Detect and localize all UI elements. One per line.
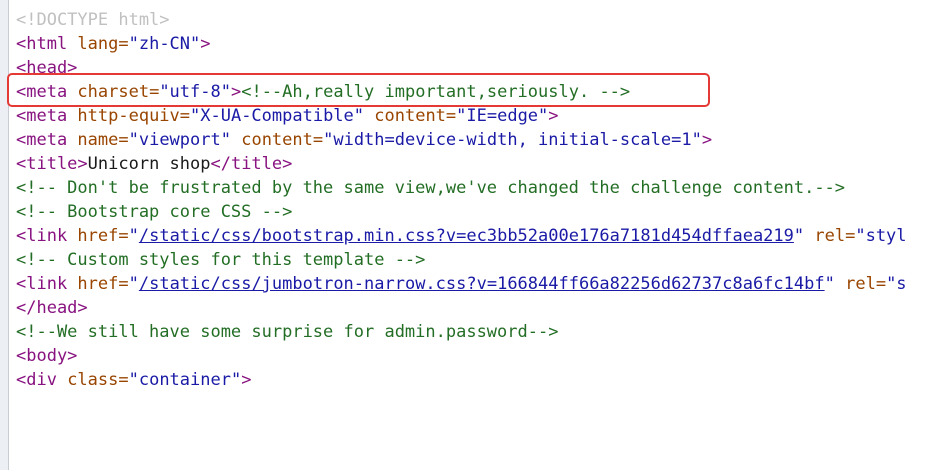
value-token: " [824,274,835,294]
tag-token: <meta [16,106,78,126]
source-line: <meta name="viewport" content="width=dev… [16,128,941,152]
value-token: "utf-8" [159,82,231,102]
tag-token: > [701,130,713,150]
comment-token: <!--We still have some surprise for admi… [16,322,559,342]
attribute-token: http-equiv= [77,106,191,126]
source-line: <title>Unicorn shop</title> [16,152,941,176]
tag-token: <link [16,226,78,246]
source-line: <!-- Custom styles for this template --> [16,248,941,272]
editor-gutter [0,0,9,470]
source-line: <!--We still have some surprise for admi… [16,320,941,344]
comment-token: <!-- Don't be frustrated by the same vie… [16,178,846,198]
tag-token: <div [16,370,68,390]
value-token: "styl [855,226,907,246]
source-link[interactable]: /static/css/bootstrap.min.css?v=ec3bb52a… [139,226,794,246]
tag-token: </title> [210,154,293,174]
tag-token: > [230,82,242,102]
attribute-token: charset= [77,82,160,102]
tag-token: > [241,370,252,390]
value-token: "X-UA-Compatible" [190,106,365,126]
attribute-token: rel= [814,226,856,246]
source-line: <link href="/static/css/jumbotron-narrow… [16,272,941,296]
tag-token: <html [16,34,78,54]
source-line: <!-- Bootstrap core CSS --> [16,200,941,224]
tag-token: </head> [16,298,88,318]
tag-token: > [200,34,211,54]
source-line: <!-- Don't be frustrated by the same vie… [16,176,941,200]
attribute-token: href= [77,226,129,246]
doctype-token: <!DOCTYPE html> [16,10,170,30]
source-line: <!DOCTYPE html> [16,8,941,32]
attribute-token: lang= [77,34,129,54]
attribute-token: content= [241,130,324,150]
source-line: <meta charset="utf-8"><!--Ah,really impo… [16,80,941,104]
source-line: </head> [16,296,941,320]
tag-token: <title> [16,154,88,174]
tag-token: <meta [16,82,78,102]
comment-token: <!--Ah,really important,seriously. --> [241,82,631,102]
attribute-token: rel= [845,274,887,294]
source-line: <meta http-equiv="X-UA-Compatible" conte… [16,104,941,128]
tag-token: <meta [16,130,78,150]
tag-token: > [548,106,559,126]
source-line: <body> [16,344,941,368]
value-token: "width=device-width, initial-scale=1" [323,130,702,150]
source-line: <div class="container"> [16,368,941,392]
value-token: "container" [128,370,242,390]
tag-token: <body> [16,346,78,366]
tag-token: <link [16,274,78,294]
source-line: <html lang="zh-CN"> [16,32,941,56]
source-code: <!DOCTYPE html> <html lang="zh-CN"> <head>… [16,8,941,392]
source-link[interactable]: /static/css/jumbotron-narrow.css?v=16684… [139,274,825,294]
value-token: "viewport" [128,130,231,150]
comment-token: <!-- Bootstrap core CSS --> [16,202,293,222]
attribute-token: name= [77,130,129,150]
source-line: <link href="/static/css/bootstrap.min.cs… [16,224,941,248]
value-token: " [128,226,139,246]
source-line: <head> [16,56,941,80]
value-token: " [128,274,139,294]
text-token: Unicorn shop [87,154,211,174]
attribute-token: href= [77,274,129,294]
value-token: " [793,226,805,246]
attribute-token: content= [374,106,457,126]
comment-token: <!-- Custom styles for this template --> [16,250,426,270]
value-token: "IE=edge" [456,106,549,126]
attribute-token: class= [67,370,129,390]
page-source-viewer: <!DOCTYPE html> <html lang="zh-CN"> <head>… [0,0,941,470]
value-token: "zh-CN" [128,34,201,54]
value-token: "s [886,274,907,294]
tag-token: <head> [16,58,78,78]
